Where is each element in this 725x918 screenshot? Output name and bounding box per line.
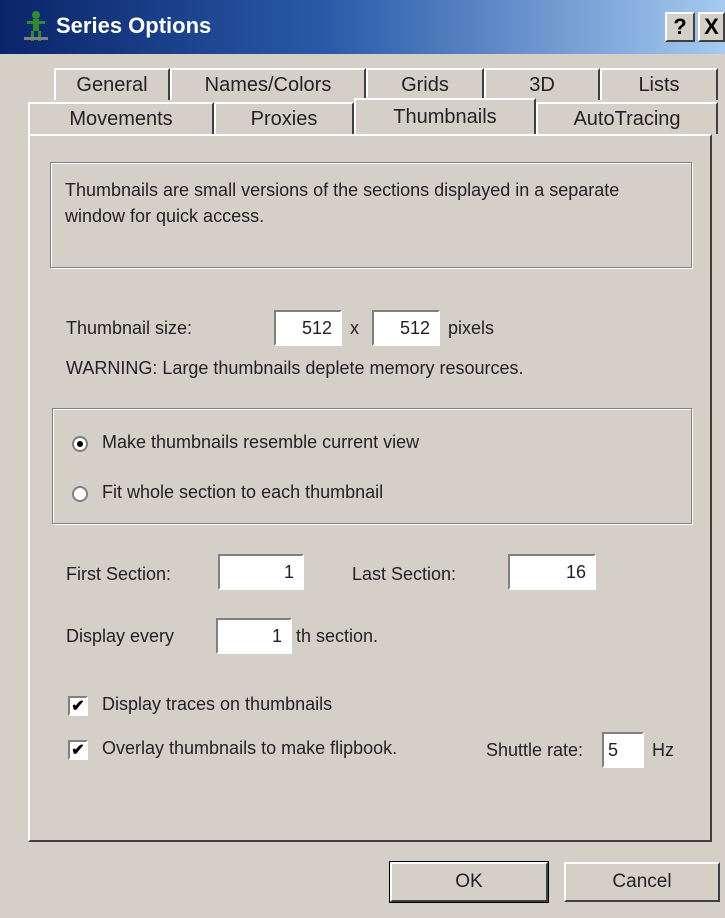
display-traces-checkbox[interactable]: ✔	[68, 696, 88, 716]
title-bar[interactable]: Series Options ? X	[0, 0, 725, 54]
description-text: Thumbnails are small versions of the sec…	[65, 180, 620, 226]
help-icon: ?	[673, 14, 687, 39]
tab-lists[interactable]: Lists	[600, 68, 718, 100]
tab-names-colors[interactable]: Names/Colors	[170, 68, 366, 100]
thumbnail-size-label: Thumbnail size:	[66, 318, 193, 338]
thumbnail-width-field[interactable]: 512	[274, 310, 342, 346]
thumbnail-height-field[interactable]: 512	[372, 310, 440, 346]
display-every-field[interactable]: 1	[216, 618, 292, 654]
overlay-flipbook-label[interactable]: Overlay thumbnails to make flipbook.	[102, 738, 397, 759]
first-section-label: First Section:	[66, 564, 172, 584]
fit-whole-section-radio[interactable]	[72, 486, 88, 502]
tab-movements[interactable]: Movements	[28, 102, 214, 134]
memory-warning: WARNING: Large thumbnails deplete memory…	[66, 358, 524, 378]
view-mode-group	[52, 408, 692, 524]
checkmark-icon: ✔	[71, 742, 85, 759]
tab-general[interactable]: General	[54, 68, 170, 100]
hz-label: Hz	[652, 740, 674, 760]
size-separator: x	[350, 318, 359, 338]
close-button[interactable]: X	[698, 12, 725, 42]
pixels-label: pixels	[448, 318, 495, 338]
display-traces-label[interactable]: Display traces on thumbnails	[102, 694, 332, 715]
tab-grids[interactable]: Grids	[366, 68, 484, 100]
close-icon: X	[704, 14, 719, 39]
first-section-field[interactable]: 1	[218, 554, 304, 590]
resemble-current-view-radio[interactable]	[72, 436, 88, 452]
shuttle-rate-label: Shuttle rate:	[486, 740, 584, 760]
help-button[interactable]: ?	[665, 12, 695, 42]
radio-selected-dot	[77, 441, 83, 447]
resemble-current-view-label[interactable]: Make thumbnails resemble current view	[102, 432, 419, 453]
series-options-dialog: Series Options ? X General Names/Colors …	[0, 0, 725, 918]
last-section-label: Last Section:	[352, 564, 457, 584]
description-box: Thumbnails are small versions of the sec…	[50, 162, 692, 268]
tab-3d[interactable]: 3D	[484, 68, 600, 100]
cancel-button[interactable]: Cancel	[564, 862, 720, 902]
tab-autotracing[interactable]: AutoTracing	[536, 102, 718, 134]
shuttle-rate-field[interactable]: 5	[602, 732, 644, 768]
display-every-label: Display every	[66, 626, 175, 646]
checkmark-icon: ✔	[71, 698, 85, 715]
display-every-suffix: th section.	[296, 626, 379, 646]
tab-proxies[interactable]: Proxies	[214, 102, 354, 134]
ok-button[interactable]: OK	[389, 861, 549, 903]
last-section-field[interactable]: 16	[508, 554, 596, 590]
overlay-flipbook-checkbox[interactable]: ✔	[68, 740, 88, 760]
tab-thumbnails[interactable]: Thumbnails	[354, 98, 536, 134]
fit-whole-section-label[interactable]: Fit whole section to each thumbnail	[102, 482, 383, 503]
window-title: Series Options	[56, 13, 212, 38]
person-icon	[24, 11, 48, 41]
